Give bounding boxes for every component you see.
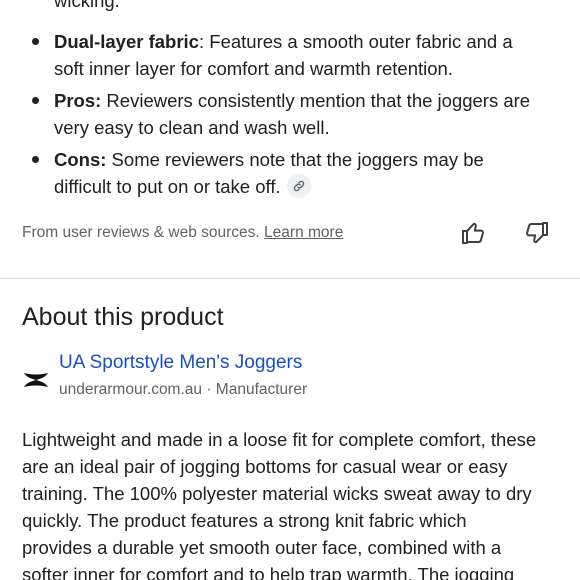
bullet-cons: Cons: Some reviewers note that the jogge… <box>54 146 484 173</box>
description-line: Lightweight and made in a loose fit for … <box>22 429 537 450</box>
learn-more-link[interactable]: Learn more <box>264 224 343 241</box>
bullet-text-line2: very easy to clean and wash well. <box>54 117 330 138</box>
bullet-text: Some reviewers note that the joggers may… <box>106 149 484 170</box>
citation-link-button[interactable] <box>286 174 311 199</box>
bullet-heading: Cons: <box>54 149 107 170</box>
description-line: softer inner for comfort and to help tra… <box>22 564 515 580</box>
bullet-text: Reviewers consistently mention that the … <box>101 90 531 111</box>
bullet-cons-line2: difficult to put on or take off. <box>54 173 311 200</box>
bullet-text-line2: difficult to put on or take off. <box>54 176 281 197</box>
bullet-pros: Pros: Reviewers consistently mention tha… <box>54 87 530 114</box>
source-note: From user reviews & web sources. Learn m… <box>22 224 343 242</box>
thumbs-up-icon[interactable] <box>460 220 486 246</box>
section-divider <box>0 278 580 279</box>
bullet-dual-layer: Dual-layer fabric: Features a smooth out… <box>54 28 513 55</box>
bullet-text-line2: soft inner layer for comfort and warmth … <box>54 58 453 79</box>
bullet-text: : Features a smooth outer fabric and a <box>198 31 513 52</box>
under-armour-logo <box>24 373 48 387</box>
bullet-dot <box>32 97 39 104</box>
bullet-dot <box>32 38 39 45</box>
description-line: are an ideal pair of jogging bottoms for… <box>22 456 508 477</box>
description-line: training. The 100% polyester material wi… <box>22 483 532 504</box>
source-text: From user reviews & web sources. <box>22 224 265 241</box>
product-name-link[interactable]: UA Sportstyle Men's Joggers <box>59 352 302 374</box>
product-overview-page: wicking. Dual-layer fabric: Features a s… <box>0 0 580 580</box>
section-title: About this product <box>22 303 224 331</box>
description-line: provides a durable yet smooth outer face… <box>22 537 502 558</box>
product-source: underarmour.com.au · Manufacturer <box>59 381 308 398</box>
link-icon <box>293 180 304 192</box>
thumbs-down-icon[interactable] <box>524 220 550 246</box>
bullet-heading: Dual-layer fabric <box>54 31 199 52</box>
bullet-dot <box>32 156 39 163</box>
bullet-continuation: wicking. <box>54 0 120 11</box>
bullet-heading: Pros: <box>54 90 102 111</box>
description-line: quickly. The product features a strong k… <box>22 510 467 531</box>
